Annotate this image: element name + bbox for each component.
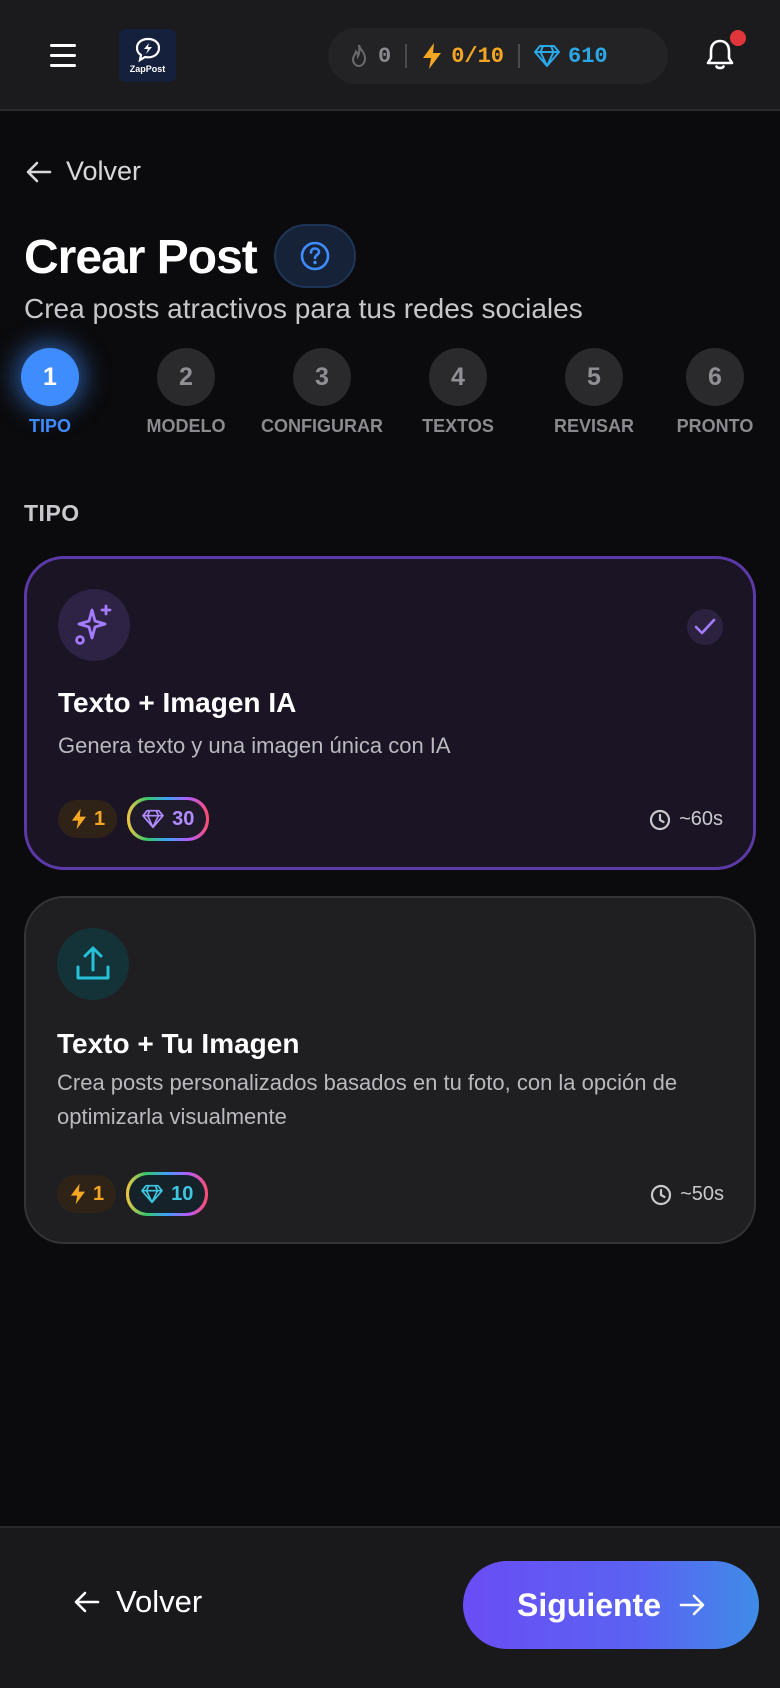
diamond-icon (141, 1184, 163, 1204)
arrow-right-icon (679, 1594, 705, 1616)
energy-cost: 1 (94, 807, 106, 830)
step-label: PRONTO (676, 416, 754, 436)
step-number: 4 (429, 348, 487, 406)
step-textos[interactable]: 4 TEXTOS (383, 348, 533, 437)
step-label: REVISAR (553, 416, 634, 436)
time-value: ~60s (679, 808, 723, 830)
diamond-icon (142, 809, 164, 829)
cost-badges: 1 10 (57, 1172, 209, 1216)
step-tipo[interactable]: 1 TIPO (0, 348, 125, 437)
next-button[interactable]: Siguiente (463, 1561, 759, 1649)
bottom-bar: Volver Siguiente (0, 1526, 780, 1688)
option-title: Texto + Imagen IA (58, 687, 297, 718)
step-label: MODELO (146, 416, 226, 436)
gem-cost: 30 (172, 807, 195, 830)
step-number: 3 (293, 348, 351, 406)
step-number: 1 (21, 348, 79, 406)
bolt-icon (71, 808, 87, 830)
gem-cost: 10 (171, 1182, 194, 1205)
page-subtitle: Crea posts atractivos para tus redes soc… (24, 293, 583, 324)
option-title: Texto + Tu Imagen (57, 1028, 300, 1059)
bolt-icon (423, 43, 442, 69)
step-number: 5 (565, 348, 623, 406)
menu-icon[interactable] (50, 44, 78, 68)
bolt-icon (70, 1183, 86, 1205)
time-estimate: ~60s (649, 808, 723, 831)
gem-cost-badge: 30 (127, 797, 210, 841)
step-label: TEXTOS (422, 416, 494, 436)
sparkles-icon (58, 589, 130, 661)
step-number: 6 (686, 348, 744, 406)
cost-badges: 1 30 (58, 797, 210, 841)
back-link-label: Volver (66, 156, 142, 186)
arrow-left-icon (26, 161, 52, 182)
section-label: TIPO (24, 500, 80, 526)
option-description: Crea posts personalizados basados en tu … (57, 1070, 678, 1129)
energy-stat: 0/10 (421, 42, 504, 70)
top-bar: ZapPost 0 0/10 610 (0, 0, 780, 111)
energy-cost-badge: 1 (58, 800, 118, 838)
page-title: Crear Post (24, 231, 258, 284)
back-button-label: Volver (116, 1584, 203, 1619)
step-label: TIPO (28, 416, 71, 436)
time-estimate: ~50s (650, 1183, 724, 1206)
step-label: CONFIGURAR (261, 416, 383, 436)
step-modelo[interactable]: 2 MODELO (111, 348, 261, 437)
help-icon (300, 241, 330, 271)
energy-cost-badge: 1 (57, 1175, 117, 1213)
option-description: Genera texto y una imagen única con IA (58, 733, 451, 758)
logo-text: ZapPost (129, 64, 166, 74)
stepper: 1 TIPO 2 MODELO 3 CONFIGURAR 4 TEXTOS 5 … (0, 348, 780, 444)
option-card-own-image[interactable]: Texto + Tu Imagen Crea posts personaliza… (24, 896, 756, 1244)
flame-icon (351, 44, 367, 68)
energy-cost: 1 (93, 1182, 105, 1205)
arrow-left-icon (74, 1591, 100, 1613)
zappost-logo-icon (135, 37, 160, 63)
gems-stat: 610 (534, 44, 608, 69)
gem-cost-badge: 10 (126, 1172, 209, 1216)
stats-divider (405, 44, 408, 68)
streak-count: 0 (378, 43, 392, 69)
app-logo[interactable]: ZapPost (119, 29, 176, 82)
next-button-label: Siguiente (516, 1586, 661, 1623)
back-button[interactable]: Volver (74, 1584, 202, 1620)
streak-stat: 0 (348, 43, 391, 69)
diamond-icon (534, 45, 561, 67)
step-pronto[interactable]: 6 PRONTO (655, 348, 775, 437)
clock-icon (649, 809, 671, 830)
step-number: 2 (157, 348, 215, 406)
notification-dot (728, 28, 748, 48)
clock-icon (650, 1184, 672, 1205)
step-revisar[interactable]: 5 REVISAR (519, 348, 669, 437)
option-card-ai-image[interactable]: Texto + Imagen IA Genera texto y una ima… (24, 556, 756, 870)
back-link[interactable]: Volver (26, 156, 141, 187)
time-value: ~50s (680, 1183, 724, 1205)
stats-divider (518, 44, 521, 68)
stats-pill[interactable]: 0 0/10 610 (328, 28, 668, 84)
selected-check-icon (687, 609, 723, 645)
gems-count: 610 (568, 43, 608, 69)
help-button[interactable] (274, 224, 356, 288)
step-configurar[interactable]: 3 CONFIGURAR (247, 348, 397, 437)
energy-count: 0/10 (451, 43, 505, 69)
upload-icon (57, 928, 129, 1000)
